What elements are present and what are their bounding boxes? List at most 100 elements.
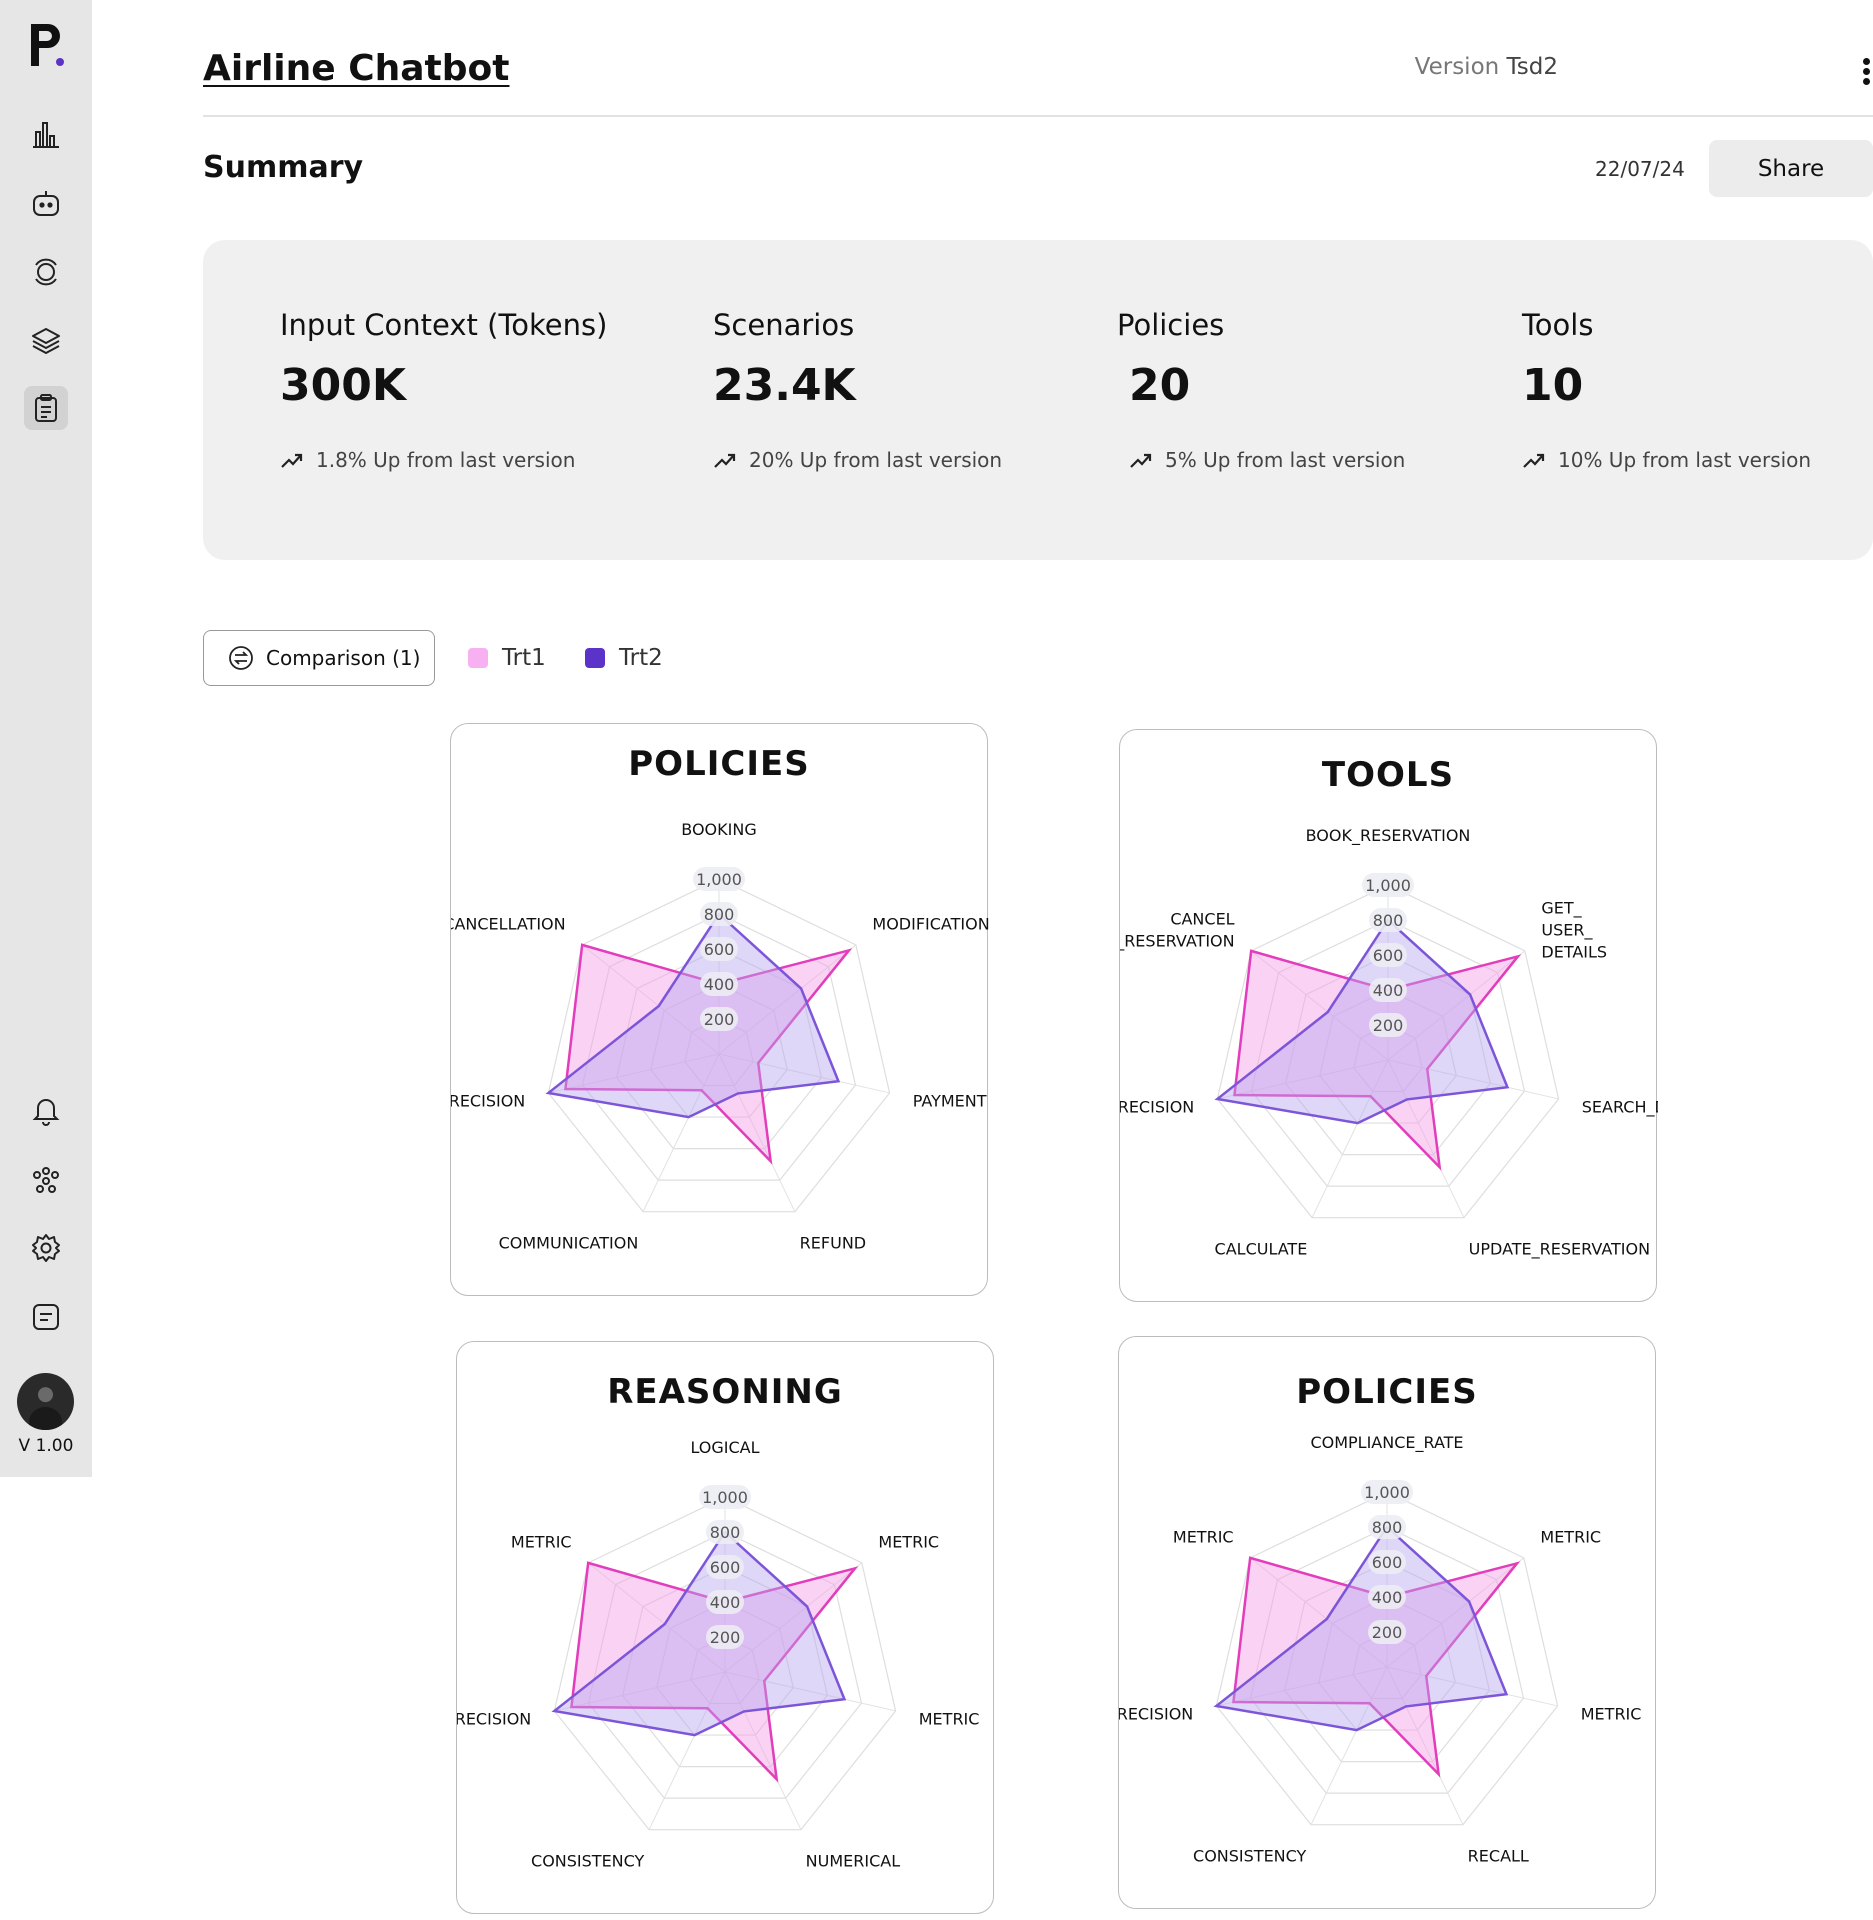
- stats-panel: Input Context (Tokens) 300K 1.8% Up from…: [203, 240, 1873, 560]
- radar-tick-label: 200: [704, 1010, 735, 1029]
- radar-tick-label: 800: [710, 1523, 741, 1542]
- radar-category-label: CONSISTENCY: [1193, 1846, 1307, 1865]
- stat-label: Policies: [1117, 308, 1225, 342]
- radar-card-policies: POLICIES 200 400 600 800 1,000 BOOKING MODIFIC…: [450, 723, 989, 1296]
- radar-category-label: METRIC: [878, 1533, 939, 1552]
- stat-delta: 10% Up from last version: [1522, 448, 1811, 472]
- notes-icon[interactable]: [24, 1295, 68, 1339]
- radar-category-label: CALCULATE: [1215, 1239, 1308, 1258]
- radar-card-policies-2: POLICIES 200 400 600 800 1,000 COMPLIANCE_RAT…: [1118, 1336, 1656, 1909]
- comparison-button[interactable]: Comparison (1): [203, 630, 435, 686]
- radar-category-label: CONSISTENCY: [531, 1851, 645, 1870]
- layers-icon[interactable]: [24, 319, 68, 363]
- chart-title: POLICIES: [628, 744, 810, 784]
- radar-tick-label: 400: [704, 975, 735, 994]
- radar-tick-label: 600: [710, 1558, 741, 1577]
- radar-tick-label: 800: [1373, 911, 1404, 930]
- radar-category-label: CANCEL _RESERVATION: [1120, 910, 1235, 952]
- version-prefix: Version: [1414, 54, 1500, 80]
- version-indicator[interactable]: Version Tsd2: [1415, 54, 1558, 80]
- trend-up-icon: [1523, 453, 1545, 468]
- team-icon[interactable]: [24, 1157, 68, 1201]
- trend-up-icon: [1130, 453, 1152, 468]
- radar-category-label: PRECISION: [451, 1092, 525, 1111]
- legend-swatch: [585, 648, 605, 668]
- radar-tick-label: 200: [1373, 1016, 1404, 1035]
- radar-chart: 200 400 600 800 1,000 BOOKING MODIFICATION PAYM…: [451, 820, 989, 1252]
- radar-category-label: CANCELLATION: [451, 915, 566, 934]
- radar-tick-label: 1,000: [702, 1488, 748, 1507]
- radar-tick-label: 600: [1372, 1553, 1403, 1572]
- bot-icon[interactable]: [24, 181, 68, 225]
- radar-category-label: METRIC: [1581, 1705, 1642, 1724]
- stat-delta: 20% Up from last version: [713, 448, 1002, 472]
- stat-value: 300K: [280, 360, 406, 411]
- header-divider: [203, 115, 1873, 117]
- radar-tick-label: 1,000: [1364, 1483, 1410, 1502]
- stat-value: 10: [1522, 360, 1584, 411]
- radar-category-label: COMPLIANCE_RATE: [1310, 1433, 1463, 1453]
- radar-category-label: METRIC: [1540, 1528, 1601, 1547]
- monitor-icon[interactable]: [24, 250, 68, 294]
- radar-card-reasoning: REASONING 200 400 600 800 1,000 LOGICAL METRIC…: [456, 1341, 994, 1914]
- radar-category-label: SEARCH_DIRECT_FLIGHT: [1582, 1098, 1658, 1118]
- user-avatar[interactable]: [17, 1373, 74, 1430]
- radar-category-label: BOOKING: [681, 820, 756, 839]
- radar-category-label: PRECISION: [1119, 1705, 1193, 1724]
- radar-category-label: METRIC: [919, 1710, 980, 1729]
- radar-tick-label: 400: [710, 1593, 741, 1612]
- radar-tick-label: 200: [1372, 1623, 1403, 1642]
- radar-tick-label: 600: [1373, 946, 1404, 965]
- radar-category-label: NUMERICAL: [806, 1851, 901, 1870]
- radar-category-label: UPDATE_RESERVATION: [1469, 1239, 1650, 1259]
- share-button[interactable]: Share: [1709, 140, 1873, 197]
- radar-chart: 200 400 600 800 1,000 COMPLIANCE_RATE METRIC ME…: [1119, 1433, 1642, 1865]
- radar-chart: 200 400 600 800 1,000 LOGICAL METRIC METRIC NUME…: [457, 1438, 980, 1870]
- radar-category-label: REFUND: [800, 1233, 866, 1252]
- trend-up-icon: [714, 453, 736, 468]
- legend-trt1[interactable]: Trt1: [468, 645, 546, 671]
- radar-category-label: METRIC: [1173, 1528, 1234, 1547]
- radar-category-label: PAYMENT METHODS: [913, 1092, 989, 1111]
- radar-category-label: METRIC: [511, 1533, 572, 1552]
- stat-delta: 5% Up from last version: [1129, 448, 1405, 472]
- chart-title: TOOLS: [1321, 755, 1455, 795]
- radar-category-label: GET_ USER_ DETAILS: [1541, 899, 1607, 962]
- sidebar: V 1.00: [0, 0, 92, 1477]
- radar-tick-label: 400: [1373, 981, 1404, 1000]
- radar-tick-label: 1,000: [1365, 876, 1411, 895]
- app-logo[interactable]: [28, 22, 68, 70]
- radar-category-label: PRECISION: [1120, 1098, 1194, 1117]
- radar-category-label: BOOK_RESERVATION: [1306, 826, 1471, 846]
- radar-card-tools: TOOLS 200 400 600 800 1,000 BOOK_RESERVATION G…: [1119, 729, 1658, 1302]
- stat-value: 20: [1129, 360, 1191, 411]
- settings-icon[interactable]: [24, 1226, 68, 1270]
- stat-value: 23.4K: [713, 360, 856, 411]
- radar-tick-label: 1,000: [696, 870, 742, 889]
- stat-label: Input Context (Tokens): [280, 308, 608, 342]
- stat-delta: 1.8% Up from last version: [280, 448, 575, 472]
- radar-category-label: LOGICAL: [690, 1438, 759, 1457]
- radar-tick-label: 400: [1372, 1588, 1403, 1607]
- radar-category-label: RECALL: [1468, 1846, 1529, 1865]
- section-title: Summary: [203, 150, 364, 185]
- page-title: Airline Chatbot: [203, 48, 510, 89]
- trend-up-icon: [281, 453, 303, 468]
- legend-trt2[interactable]: Trt2: [585, 645, 663, 671]
- analytics-icon[interactable]: [24, 112, 68, 156]
- stat-label: Tools: [1522, 308, 1594, 342]
- clipboard-icon[interactable]: [24, 386, 68, 430]
- compare-icon: [229, 646, 253, 670]
- summary-date: 22/07/24: [1595, 157, 1685, 181]
- radar-category-label: COMMUNICATION: [499, 1233, 639, 1252]
- app-version: V 1.00: [18, 1436, 74, 1456]
- radar-category-label: MODIFICATION: [872, 915, 989, 934]
- version-value: Tsd2: [1506, 54, 1558, 80]
- radar-tick-label: 800: [1372, 1518, 1403, 1537]
- bell-icon[interactable]: [24, 1088, 68, 1132]
- radar-tick-label: 200: [710, 1628, 741, 1647]
- stat-label: Scenarios: [713, 308, 855, 342]
- more-options-icon[interactable]: [1863, 58, 1873, 86]
- radar-tick-label: 600: [704, 940, 735, 959]
- legend-swatch: [468, 648, 488, 668]
